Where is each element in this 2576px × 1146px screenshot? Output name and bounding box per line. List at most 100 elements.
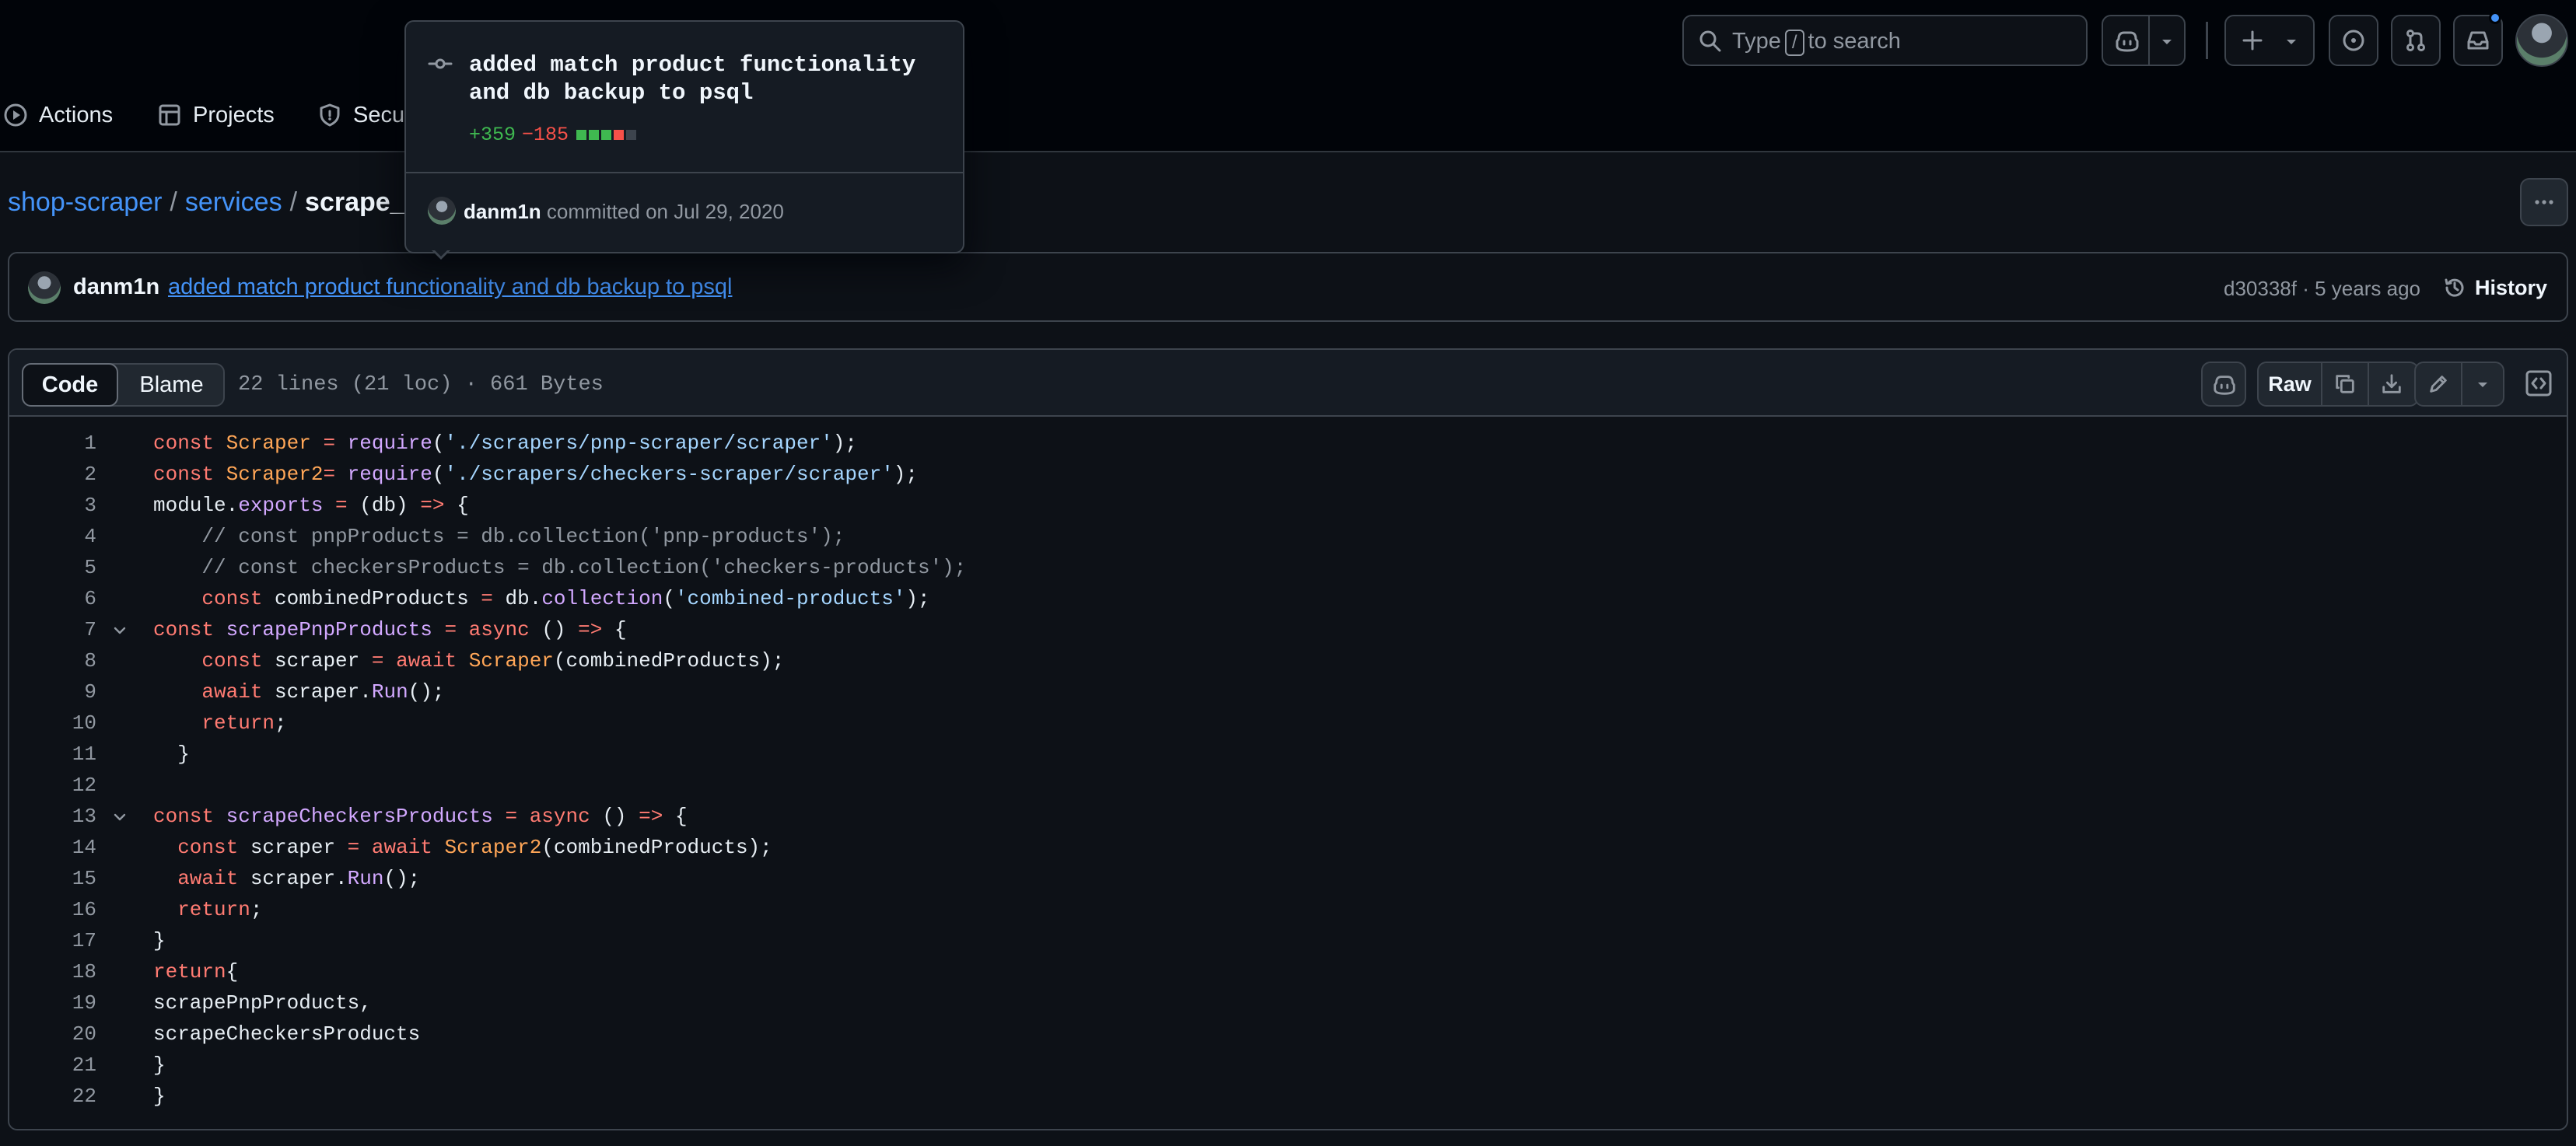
code-token: require [347,463,432,486]
line-number[interactable]: 11 [9,739,96,770]
code-token: = async [432,618,542,641]
line-number[interactable]: 17 [9,925,96,956]
header-divider [2206,22,2208,59]
symbols-panel-toggle[interactable] [2523,368,2554,399]
code-token: require [347,431,432,455]
line-number[interactable]: 1 [9,428,96,459]
diffstat-bar [576,130,639,140]
line-number[interactable]: 7 [9,614,96,645]
file-viewer: Code Blame 22 lines (21 loc) · 661 Bytes… [8,348,2568,1130]
hovercard-author[interactable]: danm1n [464,200,541,223]
line-number[interactable]: 12 [9,770,96,801]
line-number[interactable]: 21 [9,1050,96,1081]
copilot-chat-button[interactable] [2201,362,2246,407]
commit-sha[interactable]: d30338f [2224,277,2297,300]
breadcrumb: shop-scraper / services / scrape_s [8,187,420,218]
code-line: 14 const scraper = await Scraper2(combin… [9,832,2567,863]
code-token: './scrapers/pnp-scraper/scraper' [444,431,833,455]
code-token: (); [408,680,445,704]
chevron-down-icon [2287,40,2296,44]
line-number[interactable]: 8 [9,645,96,676]
line-number[interactable]: 20 [9,1018,96,1050]
issue-icon [2343,30,2364,51]
line-number[interactable]: 16 [9,894,96,925]
code-token: { [663,805,688,828]
code-token: const [153,618,226,641]
fold-chevron-icon[interactable] [113,624,127,638]
line-number[interactable]: 2 [9,459,96,490]
commit-message-link[interactable]: added match product functionality and db… [168,274,732,300]
code-token: ); [893,463,919,486]
inbox-button[interactable] [2453,12,2503,66]
code-token: exports [238,494,324,517]
line-code: } [153,1050,166,1081]
breadcrumb-folder-link[interactable]: services [185,187,282,217]
create-new-button[interactable] [2224,15,2315,66]
code-token: () [602,805,639,828]
download-icon[interactable] [2380,372,2403,396]
repo-nav-projects[interactable]: Projects [157,98,275,132]
line-code: module.exports = (db) => { [153,490,469,521]
issues-button[interactable] [2329,15,2378,66]
line-code: const Scraper2= require('./scrapers/chec… [153,459,918,490]
line-number[interactable]: 15 [9,863,96,894]
commit-author[interactable]: danm1n [73,274,159,300]
code-token: // const pnpProducts = db.collection('pn… [153,525,845,548]
line-number[interactable]: 14 [9,832,96,863]
history-button[interactable]: History [2442,269,2547,306]
code-token: collection [541,587,663,610]
tab-code[interactable]: Code [22,363,118,407]
search-input[interactable]: Type / to search [1682,15,2088,66]
chevron-down-icon[interactable] [2473,376,2492,394]
line-number[interactable]: 5 [9,552,96,583]
code-token: = async [492,805,603,828]
fold-chevron-icon[interactable] [113,810,127,824]
hovercard-author-avatar[interactable] [428,197,456,225]
hovercard-commit-message[interactable]: added match product functionality and db… [469,51,936,107]
breadcrumb-separator: / [289,187,298,217]
line-number[interactable]: 18 [9,956,96,987]
tab-blame[interactable]: Blame [118,365,225,405]
code-line: 7 const scrapePnpProducts = async () => { [9,614,2567,645]
code-token: ( [432,463,445,486]
code-line: 8 const scraper = await Scraper(combined… [9,645,2567,676]
commit-author-avatar[interactable] [28,271,61,304]
table-icon [159,104,180,126]
code-token: () [541,618,579,641]
chevron-down-icon[interactable] [2158,33,2176,51]
line-number[interactable]: 13 [9,801,96,832]
pull-request-icon [2406,30,2425,51]
code-token: scrapeCheckersProducts [226,805,493,828]
code-token: ); [905,587,930,610]
more-options-button[interactable] [2520,178,2568,226]
copy-icon[interactable] [2333,372,2357,396]
commit-sha-and-time: d30338f · 5 years ago [2224,277,2420,301]
line-number[interactable]: 10 [9,708,96,739]
code-token: scraper. [275,680,372,704]
pull-requests-button[interactable] [2391,15,2441,66]
code-line: 15 await scraper.Run(); [9,863,2567,894]
code-token: await [153,867,250,890]
code-token: ( [432,431,445,455]
line-number[interactable]: 6 [9,583,96,614]
code-token: (combinedProducts); [553,649,785,673]
pencil-icon[interactable] [2427,372,2450,396]
raw-button[interactable]: Raw [2259,363,2321,405]
code-token: Scraper [226,431,311,455]
copilot-menu-button[interactable] [2102,15,2186,66]
code-token: (); [383,867,421,890]
search-placeholder: Type / to search [1732,29,1901,56]
line-number[interactable]: 19 [9,987,96,1018]
code-token: { [602,618,627,641]
line-number[interactable]: 4 [9,521,96,552]
line-number[interactable]: 22 [9,1081,96,1112]
repo-nav-actions[interactable]: Actions [3,98,113,132]
breadcrumb-repo-link[interactable]: shop-scraper [8,187,162,217]
code-token: scraper [250,836,348,859]
code-token: Scraper [468,649,554,673]
line-number[interactable]: 3 [9,490,96,521]
line-number[interactable]: 9 [9,676,96,708]
user-avatar[interactable] [2515,14,2568,67]
repo-nav-security[interactable]: Secu [317,98,404,132]
repo-nav-label: Actions [39,102,114,128]
